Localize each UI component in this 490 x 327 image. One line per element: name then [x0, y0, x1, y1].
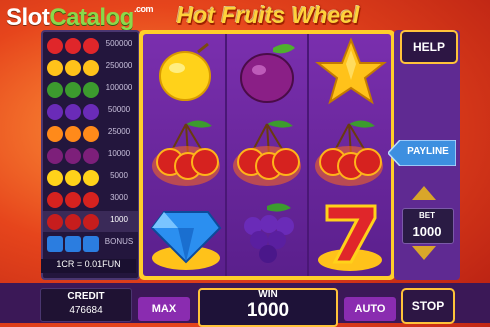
bet-label: BET: [419, 211, 435, 220]
paytable-row: 250000: [43, 57, 138, 78]
paytable-row: 3000: [43, 189, 138, 210]
star-icon: [315, 37, 387, 105]
paytable-row: 1000: [43, 211, 138, 232]
paytable-row: BONUS: [43, 233, 138, 254]
watermelon-icon: [47, 82, 99, 98]
paytable-payout: 3000: [110, 193, 128, 202]
max-bet-button[interactable]: MAX: [138, 297, 190, 321]
cherry-icon: [152, 120, 220, 186]
paytable-row: 50000: [43, 101, 138, 122]
credit-conversion: 1CR = 0.01FUN: [41, 259, 136, 273]
help-button[interactable]: HELP: [400, 30, 458, 64]
paytable-row: 10000: [43, 145, 138, 166]
diamond-icon: [47, 236, 99, 252]
cherry-icon: [47, 214, 99, 230]
bet-value: 1000: [412, 224, 442, 239]
orange-icon: [47, 126, 99, 142]
plum-icon: [47, 148, 99, 164]
paytable-row: 500000: [43, 35, 138, 56]
bet-decrease-arrow-icon[interactable]: [412, 246, 436, 260]
credit-value: 476684: [69, 305, 103, 316]
lemon-icon: [47, 170, 99, 186]
seven-icon: [318, 204, 382, 271]
paytable-payout: 500000: [105, 39, 133, 48]
paytable-row: 25000: [43, 123, 138, 144]
paytable-payout: 1000: [110, 215, 128, 224]
cherry-icon: [233, 120, 301, 186]
cherry-icon: [47, 192, 99, 208]
paytable-row: 5000: [43, 167, 138, 188]
auto-spin-button[interactable]: AUTO: [344, 297, 396, 321]
payline-label: PAYLINE: [407, 146, 449, 157]
paytable-payout: 50000: [107, 105, 131, 114]
cherry-icon: [315, 120, 383, 186]
paytable-row: 100000: [43, 79, 138, 100]
grapes-icon: [244, 203, 294, 263]
game-title: Hot Fruits Wheel: [176, 2, 360, 28]
reel-divider: [307, 34, 309, 276]
paytable-payout: 250000: [105, 61, 133, 70]
reel-divider: [225, 34, 227, 276]
paytable-payout: 25000: [107, 127, 131, 136]
diamond-icon: [150, 211, 222, 270]
paytable-payout: BONUS: [104, 237, 134, 246]
paytable-payout: 10000: [107, 149, 131, 158]
stop-button[interactable]: STOP: [401, 288, 455, 324]
grapes-icon: [47, 104, 99, 120]
win-value: 1000: [246, 300, 290, 321]
paytable: 500000 250000 100000 50000 25000 10000 5…: [41, 30, 140, 280]
paytable-payout: 100000: [105, 83, 133, 92]
plum-icon: [240, 44, 295, 103]
star-icon: [47, 60, 99, 76]
credit-label: CREDIT: [67, 291, 105, 302]
win-label: WIN: [258, 289, 278, 300]
seven-icon: [47, 38, 99, 54]
bet-increase-arrow-icon[interactable]: [412, 186, 436, 200]
lemon-icon: [159, 42, 211, 101]
paytable-payout: 5000: [110, 171, 128, 180]
